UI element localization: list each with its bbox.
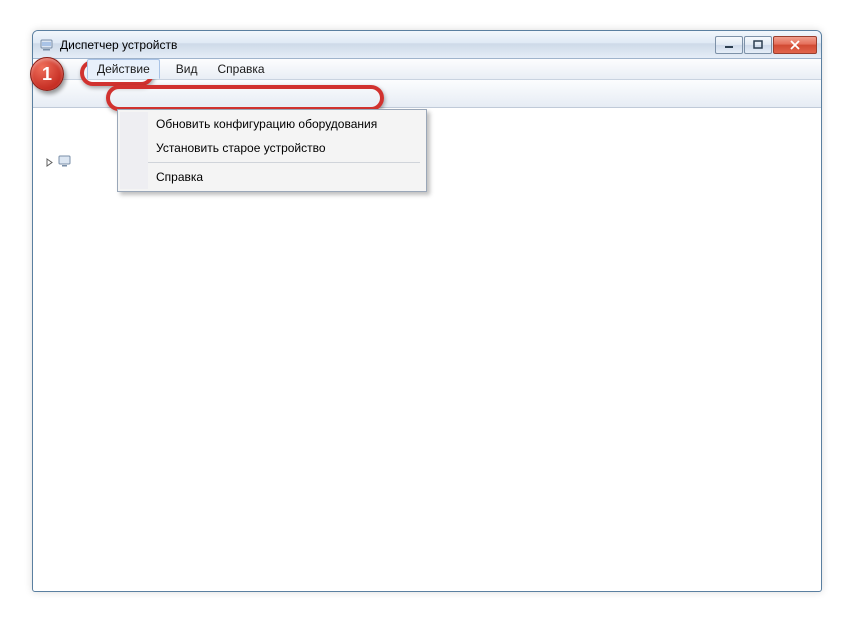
menu-action[interactable]: Действие [87,59,160,79]
window-controls [714,36,817,54]
computer-icon [57,153,73,172]
menu-scan-hardware[interactable]: Обновить конфигурацию оборудования [148,112,424,136]
menu-view[interactable]: Вид [166,59,208,79]
menu-help-item[interactable]: Справка [148,165,424,189]
window-title: Диспетчер устройств [60,38,714,52]
device-manager-window: Диспетчер устройств Действие Вид Справка [32,30,822,592]
menu-help[interactable]: Справка [207,59,274,79]
maximize-button[interactable] [744,36,772,54]
menu-add-legacy[interactable]: Установить старое устройство [148,136,424,160]
toolbar [33,80,821,108]
expand-icon[interactable] [44,158,54,168]
tree-root-row[interactable] [44,153,73,172]
menubar: Действие Вид Справка [33,59,821,80]
action-dropdown: Обновить конфигурацию оборудования Устан… [117,109,427,192]
titlebar[interactable]: Диспетчер устройств [33,31,821,59]
minimize-button[interactable] [715,36,743,54]
close-button[interactable] [773,36,817,54]
menu-separator [148,162,420,163]
app-icon [39,37,55,53]
